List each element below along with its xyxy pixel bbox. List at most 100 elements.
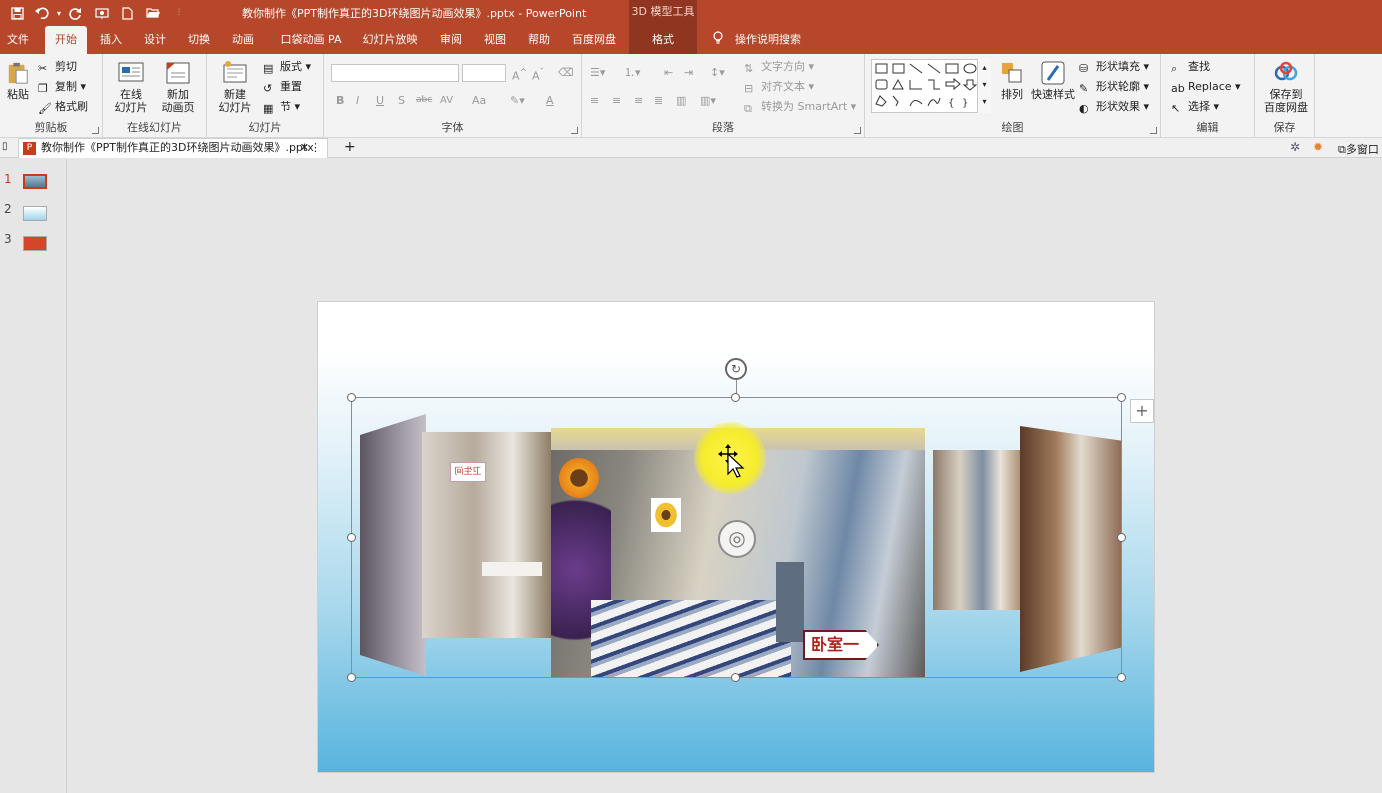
save-to-baidu-button[interactable]: 保存到 百度网盘: [1261, 60, 1311, 114]
lightbulb-icon: [710, 26, 726, 54]
font-size-increase-icon[interactable]: A^: [512, 66, 527, 83]
tab-format[interactable]: 格式: [629, 26, 697, 54]
slide-canvas[interactable]: 卫生间 卧室一 ↻ ◎ +: [317, 301, 1155, 773]
open-folder-icon[interactable]: [144, 4, 162, 22]
align-right-icon[interactable]: ≡: [634, 94, 643, 107]
find-button[interactable]: ⌕ 查找: [1171, 60, 1210, 75]
tab-file[interactable]: 文件: [0, 26, 36, 54]
tab-slideshow[interactable]: 幻灯片放映: [358, 26, 422, 54]
shadow-button[interactable]: S: [398, 94, 405, 107]
change-case-button[interactable]: Aa: [472, 94, 486, 107]
3d-rotate-handle-icon[interactable]: ◎: [718, 520, 756, 558]
resize-handle-bottom-right[interactable]: [1117, 673, 1126, 682]
resize-handle-bottom[interactable]: [731, 673, 740, 682]
brush-icon: 🖌: [38, 102, 52, 115]
replace-button[interactable]: ab Replace ▾: [1171, 80, 1241, 95]
shape-fill-button[interactable]: ⛁ 形状填充 ▾: [1079, 60, 1149, 75]
online-slide-button[interactable]: 在线 幻灯片: [109, 60, 153, 114]
new-slide-button[interactable]: 新建 幻灯片: [213, 60, 257, 114]
font-size-combo[interactable]: [462, 64, 506, 82]
tab-insert[interactable]: 插入: [92, 26, 130, 54]
tab-baidu[interactable]: 百度网盘: [566, 26, 622, 54]
bullets-icon[interactable]: ☰▾: [590, 66, 605, 79]
slide-thumbnail-1[interactable]: [23, 174, 47, 189]
shape-effects-button[interactable]: ◐ 形状效果 ▾: [1079, 100, 1149, 115]
slide-thumbnail-3[interactable]: [23, 236, 47, 251]
resize-handle-top-left[interactable]: [347, 393, 356, 402]
align-text-button[interactable]: ⊟ 对齐文本 ▾: [744, 80, 814, 95]
shapes-gallery[interactable]: {}: [871, 59, 991, 113]
tab-view[interactable]: 视图: [476, 26, 514, 54]
tab-animations[interactable]: 动画: [224, 26, 262, 54]
ribbon: 粘贴 ✂ 剪切 ❐ 复制 ▾ 🖌 格式刷 剪贴板 在线 幻灯片 新加 动画页 在线幻灯…: [0, 54, 1382, 138]
character-spacing-button[interactable]: AV: [440, 94, 453, 107]
dialog-launcher-icon[interactable]: [92, 127, 99, 134]
increase-indent-icon[interactable]: ⇥: [684, 66, 693, 79]
strikethrough-button[interactable]: abc: [416, 94, 432, 107]
new-animation-page-button[interactable]: 新加 动画页: [155, 60, 201, 114]
clear-formatting-icon[interactable]: ⌫: [558, 66, 574, 79]
distributed-icon[interactable]: ▥: [676, 94, 686, 107]
close-icon[interactable]: ✕: [300, 139, 309, 157]
tab-home[interactable]: 开始: [45, 26, 87, 54]
font-family-combo[interactable]: [331, 64, 459, 82]
document-tab[interactable]: P 教你制作《PPT制作真正的3D环绕图片动画效果》.pptx ✕ ⋮: [18, 138, 328, 158]
dialog-launcher-icon[interactable]: [854, 127, 861, 134]
section-button[interactable]: ▦ 节 ▾: [263, 100, 300, 115]
align-left-icon[interactable]: ≡: [590, 94, 599, 107]
bold-button[interactable]: B: [336, 94, 344, 107]
line-spacing-icon[interactable]: ↕▾: [710, 66, 725, 79]
shape-outline-button[interactable]: ✎ 形状轮廓 ▾: [1079, 80, 1149, 95]
tab-transitions[interactable]: 切换: [180, 26, 218, 54]
undo-icon[interactable]: [33, 4, 51, 22]
gallery-scroll[interactable]: ▴ ▾ ▾: [977, 59, 991, 113]
underline-button[interactable]: U: [376, 94, 384, 107]
numbering-icon[interactable]: ⒈▾: [624, 66, 641, 79]
resize-handle-top-right[interactable]: [1117, 393, 1126, 402]
paste-button[interactable]: 粘贴: [4, 60, 32, 101]
redo-icon[interactable]: [66, 4, 84, 22]
tab-help[interactable]: 帮助: [520, 26, 558, 54]
text-direction-button[interactable]: ⇅ 文字方向 ▾: [744, 60, 814, 75]
thumbnail-number: 2: [4, 202, 12, 216]
resize-handle-right[interactable]: [1117, 533, 1126, 542]
tab-review[interactable]: 审阅: [432, 26, 470, 54]
add-tab-icon[interactable]: +: [344, 138, 356, 156]
font-size-decrease-icon[interactable]: Aˇ: [532, 66, 544, 83]
copy-button[interactable]: ❐ 复制 ▾: [38, 80, 86, 95]
quick-styles-button[interactable]: 快速样式: [1031, 60, 1075, 101]
new-document-icon[interactable]: [118, 4, 136, 22]
tab-pocket-animation[interactable]: 口袋动画 PA: [274, 26, 348, 54]
pin-icon[interactable]: ✲: [1290, 140, 1300, 154]
dialog-launcher-icon[interactable]: [571, 127, 578, 134]
start-from-beginning-icon[interactable]: [93, 4, 111, 22]
arrange-button[interactable]: 排列: [997, 60, 1027, 101]
layout-options-icon[interactable]: +: [1130, 399, 1154, 423]
cut-button[interactable]: ✂ 剪切: [38, 60, 77, 75]
font-color-button[interactable]: A: [546, 94, 554, 107]
save-icon[interactable]: [8, 4, 26, 22]
layout-button[interactable]: ▤ 版式 ▾: [263, 60, 311, 75]
multi-window-button[interactable]: ⧉多窗口: [1338, 141, 1379, 157]
tab-menu-icon[interactable]: ⋮: [310, 139, 321, 157]
resize-handle-left[interactable]: [347, 533, 356, 542]
select-button[interactable]: ↖ 选择 ▾: [1171, 100, 1219, 115]
reset-button[interactable]: ↺ 重置: [263, 80, 302, 95]
tell-me-search[interactable]: 操作说明搜索: [732, 26, 804, 54]
slide-thumbnail-2[interactable]: [23, 206, 47, 221]
highlight-icon[interactable]: ✎▾: [510, 94, 525, 107]
columns-icon[interactable]: ▥▾: [700, 94, 716, 107]
align-center-icon[interactable]: ≡: [612, 94, 621, 107]
customize-toolbar-icon[interactable]: ⫶: [170, 4, 188, 22]
resize-handle-bottom-left[interactable]: [347, 673, 356, 682]
decrease-indent-icon[interactable]: ⇤: [664, 66, 673, 79]
dialog-launcher-icon[interactable]: [1150, 127, 1157, 134]
justify-icon[interactable]: ≣: [654, 94, 663, 107]
format-painter-button[interactable]: 🖌 格式刷: [38, 100, 88, 115]
resize-handle-top[interactable]: [731, 393, 740, 402]
italic-button[interactable]: I: [356, 94, 359, 107]
settings-icon[interactable]: ✹: [1313, 140, 1323, 154]
tab-design[interactable]: 设计: [136, 26, 174, 54]
rotate-handle-icon[interactable]: ↻: [725, 358, 747, 380]
smartart-button[interactable]: ⧉ 转换为 SmartArt ▾: [744, 100, 856, 115]
